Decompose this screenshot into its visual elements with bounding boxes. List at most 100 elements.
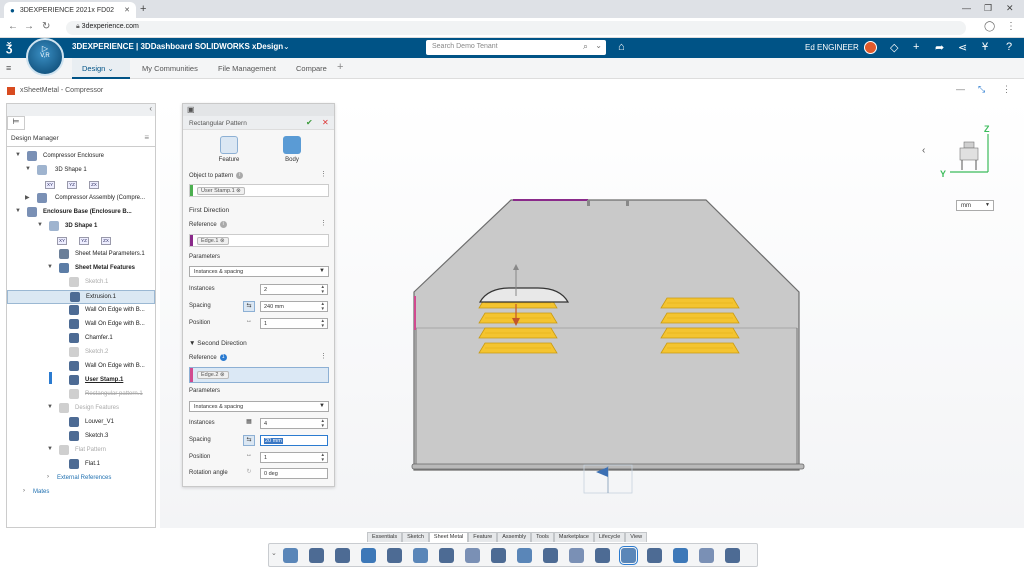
reference-chip[interactable]: Edge.1 ⊗ <box>197 237 229 245</box>
search-dropdown-icon[interactable]: ⌄ <box>595 41 602 50</box>
collapse-menu-icon[interactable]: ≡ <box>6 63 11 73</box>
second-parameters-select[interactable]: Instances & spacing ▼ <box>189 401 329 412</box>
corner-icon[interactable] <box>569 548 584 563</box>
tree-item[interactable]: Flat.1 <box>7 458 155 472</box>
category-tab[interactable]: Feature <box>468 532 498 542</box>
edge-flange-icon[interactable] <box>387 548 402 563</box>
category-tab[interactable]: Sketch <box>402 532 429 542</box>
tree-item[interactable]: Sheet Metal Parameters.1 <box>7 248 155 262</box>
info-icon[interactable]: i <box>236 172 244 179</box>
tree-item[interactable]: ▼ 3D Shape 1 <box>7 220 155 234</box>
plane-icon[interactable]: YZ <box>67 181 77 189</box>
plane-icon[interactable]: ZX <box>101 237 111 245</box>
expand-arrow-icon[interactable]: ▼ <box>15 152 21 158</box>
expand-arrow-icon[interactable]: ▼ <box>37 222 43 228</box>
sheet-metal-params-icon[interactable] <box>283 548 298 563</box>
jog-icon[interactable] <box>439 548 454 563</box>
tree-item[interactable]: ▼ Compressor Enclosure <box>7 150 155 164</box>
category-tab[interactable]: Assembly <box>497 532 532 542</box>
object-chip[interactable]: User Stamp.1 ⊗ <box>197 187 245 195</box>
hem-icon[interactable] <box>413 548 428 563</box>
plane-icon[interactable]: XY <box>45 181 55 189</box>
compass-icon[interactable]: ▷ V,R <box>26 38 64 76</box>
category-tab[interactable]: Tools <box>531 532 554 542</box>
instances-grid-icon[interactable]: ▦ <box>243 418 255 429</box>
category-tab[interactable]: Lifecycle <box>593 532 626 542</box>
form-tool-icon[interactable] <box>699 548 714 563</box>
tab-my-communities[interactable]: My Communities <box>142 64 198 73</box>
toolbar-scroll-icon[interactable]: ⌄ <box>271 549 277 557</box>
spinner-icon[interactable]: ▲ ▼ <box>321 284 325 294</box>
category-tab[interactable]: Sheet Metal <box>428 532 469 542</box>
browser-menu-icon[interactable]: ⋮ <box>1006 21 1016 32</box>
position-arrows-icon[interactable]: ↔ <box>243 318 255 329</box>
hamburger-icon[interactable]: ≡ <box>144 133 149 142</box>
type-body-button[interactable]: Body <box>277 136 307 163</box>
fullscreen-icon[interactable]: ⤡ <box>978 84 985 95</box>
restore-button[interactable]: ❐ <box>984 3 992 14</box>
rotation-icon[interactable]: ↻ <box>243 468 255 479</box>
second-direction-heading[interactable]: ▼ Second Direction <box>189 340 247 347</box>
tree-item[interactable]: ▼ Enclosure Base (Enclosure B... <box>7 206 155 220</box>
tree-item[interactable]: Rectangular pattern.1 <box>7 388 155 402</box>
collapsed-arrow-icon[interactable]: › <box>47 474 49 480</box>
tree-item[interactable]: ▼ Sheet Metal Features <box>7 262 155 276</box>
tree-tab-icon[interactable]: ⊨ <box>7 116 25 130</box>
tag-icon[interactable]: ⌂ <box>618 41 625 53</box>
unfold-icon[interactable] <box>491 548 506 563</box>
tree-item[interactable]: Extrusion.1 <box>7 290 155 304</box>
expand-arrow-icon[interactable]: ▼ <box>47 404 53 410</box>
collapsed-arrow-icon[interactable]: ▶ <box>25 194 30 201</box>
first-reference-field[interactable]: Edge.1 ⊗ <box>189 234 329 247</box>
forward-icon[interactable]: → <box>24 21 34 32</box>
tree-item[interactable]: Wall On Edge with B... <box>7 318 155 332</box>
first-parameters-select[interactable]: Instances & spacing ▼ <box>189 266 329 277</box>
category-tab[interactable]: View <box>625 532 648 542</box>
spacing-toggle-icon[interactable]: ⇆ <box>243 301 255 312</box>
plane-icon[interactable]: XY <box>57 237 67 245</box>
tree-item[interactable]: Wall On Edge with B... <box>7 304 155 318</box>
search-icon[interactable]: ⌕ <box>583 41 588 52</box>
first-instances-input[interactable]: 2 ▲ ▼ <box>260 284 328 295</box>
tree-item[interactable]: ▼ Flat Pattern <box>7 444 155 458</box>
second-reference-field[interactable]: Edge.2 ⊗ <box>189 367 329 383</box>
tree-item[interactable]: ▶ Compressor Assembly (Compre... <box>7 192 155 206</box>
collapsed-arrow-icon[interactable]: › <box>23 488 25 494</box>
forward-share-icon[interactable]: ➦ <box>935 41 944 54</box>
cancel-x-icon[interactable]: ✕ <box>322 118 329 127</box>
plane-icon[interactable]: YZ <box>79 237 89 245</box>
bend-icon[interactable] <box>673 548 688 563</box>
units-select[interactable]: mm ▼ <box>956 200 994 211</box>
spacing-toggle-icon[interactable]: ⇆ <box>243 435 255 446</box>
spinner-icon[interactable]: ▲ ▼ <box>321 301 325 311</box>
more-options-icon[interactable]: ⋮ <box>320 352 327 360</box>
pattern-icon[interactable] <box>619 546 638 565</box>
type-feature-button[interactable]: Feature <box>214 136 244 163</box>
tree-item[interactable]: › Mates <box>7 486 155 500</box>
browser-tab[interactable]: ● 3DEXPERIENCE 2021x FD02 ✕ <box>4 2 136 18</box>
info-icon[interactable]: i <box>219 221 227 228</box>
reload-icon[interactable]: ↻ <box>42 21 50 32</box>
fold-icon[interactable] <box>517 548 532 563</box>
more-options-icon[interactable]: ⋮ <box>320 219 327 227</box>
tab-file-management[interactable]: File Management <box>218 64 276 73</box>
flange-icon[interactable] <box>309 548 324 563</box>
first-position-input[interactable]: 1 ▲ ▼ <box>260 318 328 329</box>
reference-chip[interactable]: Edge.2 ⊗ <box>197 371 229 379</box>
tree-item[interactable]: Chamfer.1 <box>7 332 155 346</box>
second-spacing-input[interactable]: 20 mm <box>260 435 328 446</box>
stamp-icon[interactable] <box>595 548 610 563</box>
second-position-input[interactable]: 1 ▲ ▼ <box>260 452 328 463</box>
search-input[interactable]: Search Demo Tenant ⌕ ⌄ <box>426 40 606 55</box>
position-arrows-icon[interactable]: ↔ <box>243 452 255 463</box>
tree-item[interactable]: ▼ Design Features <box>7 402 155 416</box>
first-spacing-input[interactable]: 240 mm ▲ ▼ <box>260 301 328 312</box>
tools-icon[interactable]: Ұ <box>982 41 988 53</box>
profile-icon[interactable]: ◯ <box>984 21 995 32</box>
expand-arrow-icon[interactable]: ▼ <box>47 264 53 270</box>
tree-item[interactable]: Wall On Edge with B... <box>7 360 155 374</box>
spinner-icon[interactable]: ▲ ▼ <box>321 418 325 428</box>
rotation-angle-input[interactable]: 0 deg <box>260 468 328 479</box>
view-cube-back-icon[interactable]: ‹ <box>922 145 925 156</box>
category-tab[interactable]: Marketplace <box>553 532 594 542</box>
